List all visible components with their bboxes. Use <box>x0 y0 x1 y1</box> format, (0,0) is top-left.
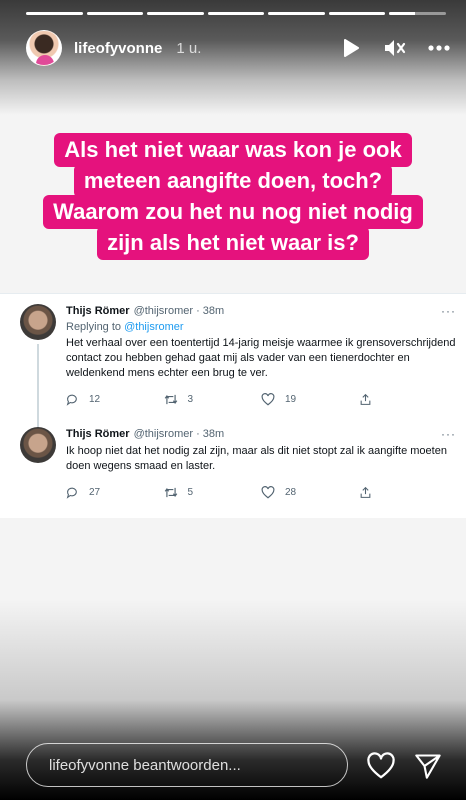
progress-segment <box>86 12 144 15</box>
reply-icon <box>66 394 77 406</box>
tweet-retweets: 3 <box>164 393 262 406</box>
progress-segment <box>26 12 83 15</box>
caption-line: Als het niet waar was kon je ook <box>54 133 412 167</box>
mention-link: @thijsromer <box>124 321 184 333</box>
reply-input[interactable]: lifeofyvonne beantwoorden... <box>26 743 348 787</box>
progress-segment <box>147 12 204 15</box>
caption-line: meteen aangifte doen, toch? <box>73 164 393 198</box>
tweet-replies: 12 <box>66 393 164 406</box>
heart-icon <box>261 393 275 406</box>
reply-placeholder: lifeofyvonne beantwoorden... <box>49 756 241 774</box>
thread-line <box>37 344 39 429</box>
tweet-avatar <box>20 304 56 340</box>
post-time: 1 u. <box>176 39 202 57</box>
tweet-retweets: 5 <box>164 486 262 499</box>
caption-line: Waarom zou het nu nog niet nodig <box>43 195 423 229</box>
play-icon[interactable] <box>340 37 362 59</box>
retweet-icon <box>164 487 177 498</box>
progress-segment <box>389 12 447 15</box>
mute-icon[interactable] <box>384 37 406 59</box>
like-story-heart-icon[interactable] <box>366 752 396 780</box>
username[interactable]: lifeofyvonne <box>74 40 162 57</box>
story-viewer: lifeofyvonne 1 u. Als het niet waar was … <box>0 0 466 800</box>
story-header: lifeofyvonne 1 u. <box>26 28 450 68</box>
tweet-likes: 19 <box>261 393 359 406</box>
tweet-author-name: Thijs Römer <box>66 428 130 440</box>
share-icon <box>360 393 370 405</box>
tweet-handle-time: @thijsromer · 38m <box>133 305 225 317</box>
more-icon[interactable] <box>428 37 450 59</box>
tweet-share <box>359 393 457 406</box>
tweet-author-name: Thijs Römer <box>66 305 130 317</box>
reply-count: 27 <box>89 487 101 498</box>
retweet-count: 5 <box>187 487 194 498</box>
progress-segment <box>328 12 386 15</box>
like-count: 19 <box>285 394 297 405</box>
tweet-text: Ik hoop niet dat het nodig zal zijn, maa… <box>66 445 447 472</box>
tweet-share <box>359 486 457 499</box>
caption-line: zijn als het niet waar is? <box>97 226 369 260</box>
tweet-handle-time: @thijsromer · 38m <box>133 428 225 440</box>
story-progress <box>26 12 447 15</box>
retweet-count: 3 <box>187 394 194 405</box>
retweet-icon <box>164 394 177 405</box>
progress-segment <box>268 12 325 15</box>
send-icon[interactable] <box>414 752 442 780</box>
like-count: 28 <box>285 487 297 498</box>
tweet-more-icon: ··· <box>441 304 456 318</box>
tweet-likes: 28 <box>261 486 359 499</box>
story-caption: Als het niet waar was kon je ook meteen … <box>0 133 466 260</box>
tweet-text: Het verhaal over een toentertijd 14-jari… <box>66 337 456 379</box>
tweet-replies: 27 <box>66 486 164 499</box>
heart-icon <box>261 486 275 499</box>
tweet-avatar <box>20 427 56 463</box>
reply-count: 12 <box>89 394 101 405</box>
progress-segment <box>207 12 265 15</box>
replying-to: Replying to @thijsromer <box>66 321 184 333</box>
reply-icon <box>66 487 77 499</box>
tweet-screenshot: Thijs Römer @thijsromer · 38m ··· Replyi… <box>0 293 466 518</box>
tweet-more-icon: ··· <box>441 427 456 441</box>
avatar[interactable] <box>26 30 62 66</box>
share-icon <box>360 486 370 498</box>
